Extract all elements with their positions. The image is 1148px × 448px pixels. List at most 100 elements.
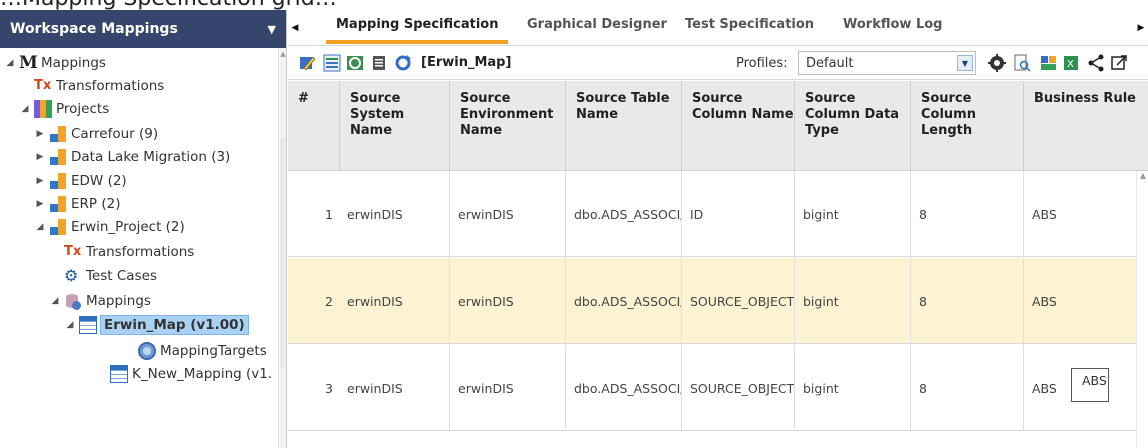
cell-source-system-name[interactable]: erwinDIS: [339, 258, 449, 344]
svg-text:X: X: [1067, 59, 1074, 70]
test-cases-icon: ⚙: [64, 266, 79, 285]
workspace-mappings-panel: Workspace Mappings ▼ ◢ M Mappings Tx Tra…: [0, 10, 287, 448]
tree-node-erwin-project[interactable]: ◢ Erwin_Project (2): [34, 216, 186, 238]
tab-scroll-right-icon[interactable]: ▶: [1134, 10, 1148, 46]
preview-icon[interactable]: [1013, 54, 1031, 72]
mapping-workspace: ◀ Mapping Specification Graphical Design…: [288, 10, 1148, 448]
tree-node-label: Erwin_Project (2): [71, 219, 185, 235]
active-tab-indicator: [326, 40, 509, 44]
expand-toggle-icon[interactable]: ◢: [4, 58, 16, 68]
mapping-table-icon: [110, 365, 128, 383]
tree-node-k-new-mapping[interactable]: K_New_Mapping (v1.: [110, 363, 273, 385]
tree-node-project-transformations[interactable]: Tx Transformations: [64, 241, 195, 263]
cell-source-environment-name[interactable]: erwinDIS: [449, 345, 565, 431]
tree-node-test-cases[interactable]: ⚙ Test Cases: [64, 265, 158, 287]
mapping-tree: ◢ M Mappings Tx Transformations ◢ Projec…: [0, 48, 286, 448]
document-icon[interactable]: [370, 54, 388, 72]
excel-export-icon[interactable]: X: [1062, 54, 1080, 72]
tree-node-label: Erwin_Map (v1.00): [100, 315, 249, 335]
grid-header: # Source System Name Source Environment …: [288, 81, 1148, 171]
top-banner: …Mapping Specification grid…: [0, 0, 1148, 10]
cell-source-system-name[interactable]: erwinDIS: [339, 345, 449, 431]
tree-scrollbar[interactable]: ▲: [278, 48, 286, 448]
column-header-source-column-data-type[interactable]: Source Column Data Type: [794, 81, 910, 171]
cell-source-table-name[interactable]: dbo.ADS_ASSOCI/: [565, 171, 681, 257]
etl-icon[interactable]: [1040, 54, 1058, 72]
workspace-mappings-header[interactable]: Workspace Mappings ▼: [0, 10, 286, 48]
cell-source-column-name[interactable]: SOURCE_OBJECT_: [681, 258, 794, 344]
refresh-icon[interactable]: [394, 54, 412, 72]
share-icon[interactable]: [1087, 54, 1105, 72]
cell-source-table-name[interactable]: dbo.ADS_ASSOCI/: [565, 345, 681, 431]
mappings-db-icon: [64, 292, 82, 310]
tree-node-projects[interactable]: ◢ Projects: [19, 98, 110, 120]
grid-scrollbar[interactable]: ▲: [1136, 171, 1148, 448]
tree-node-edw[interactable]: ▶ EDW (2): [34, 170, 128, 192]
expand-toggle-icon[interactable]: ◢: [49, 296, 61, 306]
cell-source-column-data-type[interactable]: bigint: [794, 171, 910, 257]
cell-business-rule[interactable]: ABS: [1023, 171, 1136, 257]
projects-icon: [34, 100, 52, 118]
cell-source-column-length[interactable]: 8: [910, 345, 1023, 431]
tab-workflow-log[interactable]: Workflow Log: [843, 10, 943, 46]
expand-toggle-icon[interactable]: ▶: [34, 152, 46, 162]
profiles-select[interactable]: Default ▼: [798, 51, 976, 75]
table-row[interactable]: 3 erwinDIS erwinDIS dbo.ADS_ASSOCI/ SOUR…: [288, 345, 1136, 431]
column-header-source-column-length[interactable]: Source Column Length: [910, 81, 1023, 171]
cell-source-column-name[interactable]: SOURCE_OBJECT_: [681, 345, 794, 431]
caret-down-icon[interactable]: ▼: [268, 23, 276, 36]
expand-toggle-icon[interactable]: ◢: [19, 104, 31, 114]
project-folder-icon: [49, 195, 67, 213]
table-row[interactable]: 1 erwinDIS erwinDIS dbo.ADS_ASSOCI/ ID b…: [288, 171, 1136, 257]
tree-node-data-lake-migration[interactable]: ▶ Data Lake Migration (3): [34, 146, 231, 168]
cell-source-column-length[interactable]: 8: [910, 171, 1023, 257]
tab-mapping-specification[interactable]: Mapping Specification: [326, 10, 509, 46]
cell-source-environment-name[interactable]: erwinDIS: [449, 258, 565, 344]
tree-node-mappings-root[interactable]: ◢ M Mappings: [4, 52, 107, 74]
scroll-up-icon[interactable]: ▲: [279, 50, 286, 58]
expand-toggle-icon[interactable]: ◢: [64, 320, 76, 330]
edit-icon[interactable]: [298, 54, 316, 72]
cell-source-column-data-type[interactable]: bigint: [794, 345, 910, 431]
open-external-icon[interactable]: [1110, 54, 1128, 72]
tree-node-label: Projects: [56, 101, 110, 117]
expand-toggle-icon[interactable]: ◢: [34, 222, 46, 232]
expand-toggle-icon[interactable]: ▶: [34, 199, 46, 209]
tree-node-carrefour[interactable]: ▶ Carrefour (9): [34, 123, 159, 145]
column-header-source-table-name[interactable]: Source Table Name: [565, 81, 681, 171]
cell-source-column-length[interactable]: 8: [910, 258, 1023, 344]
scroll-thumb[interactable]: [280, 138, 285, 368]
tab-graphical-designer[interactable]: Graphical Designer: [527, 10, 667, 46]
cell-source-system-name[interactable]: erwinDIS: [339, 171, 449, 257]
cell-business-rule[interactable]: ABS: [1023, 258, 1136, 344]
column-header-number[interactable]: #: [288, 81, 339, 171]
chevron-down-icon[interactable]: ▼: [957, 55, 973, 71]
tree-node-erp[interactable]: ▶ ERP (2): [34, 193, 121, 215]
tab-scroll-left-icon[interactable]: ◀: [288, 10, 302, 46]
cell-source-environment-name[interactable]: erwinDIS: [449, 171, 565, 257]
column-header-business-rule[interactable]: Business Rule: [1023, 81, 1148, 171]
scroll-up-icon[interactable]: ▲: [1137, 171, 1148, 180]
column-header-source-environment-name[interactable]: Source Environment Name: [449, 81, 565, 171]
column-header-source-column-name[interactable]: Source Column Name: [681, 81, 794, 171]
tree-node-project-mappings[interactable]: ◢ Mappings: [49, 290, 152, 312]
tab-test-specification[interactable]: Test Specification: [685, 10, 814, 46]
map-name: [Erwin_Map]: [421, 55, 512, 70]
column-header-source-system-name[interactable]: Source System Name: [339, 81, 449, 171]
cell-source-table-name[interactable]: dbo.ADS_ASSOCI/: [565, 258, 681, 344]
tree-node-mapping-targets[interactable]: MappingTargets: [138, 340, 268, 362]
table-row[interactable]: 2 erwinDIS erwinDIS dbo.ADS_ASSOCI/ SOUR…: [288, 258, 1136, 344]
tree-node-transformations[interactable]: Tx Transformations: [34, 75, 165, 97]
tree-node-erwin-map[interactable]: ◢ Erwin_Map (v1.00): [64, 314, 249, 336]
grid-view-icon[interactable]: [323, 54, 341, 72]
tree-node-label: Test Cases: [86, 268, 157, 284]
business-rule-tooltip: ABS: [1071, 368, 1109, 402]
cell-source-column-data-type[interactable]: bigint: [794, 258, 910, 344]
cell-source-column-name[interactable]: ID: [681, 171, 794, 257]
expand-toggle-icon[interactable]: ▶: [34, 129, 46, 139]
tree-node-label: EDW (2): [71, 173, 127, 189]
settings-gear-icon[interactable]: [988, 54, 1006, 72]
sync-icon[interactable]: [346, 54, 364, 72]
expand-toggle-icon[interactable]: ▶: [34, 176, 46, 186]
tab-bar: ◀ Mapping Specification Graphical Design…: [288, 10, 1148, 46]
